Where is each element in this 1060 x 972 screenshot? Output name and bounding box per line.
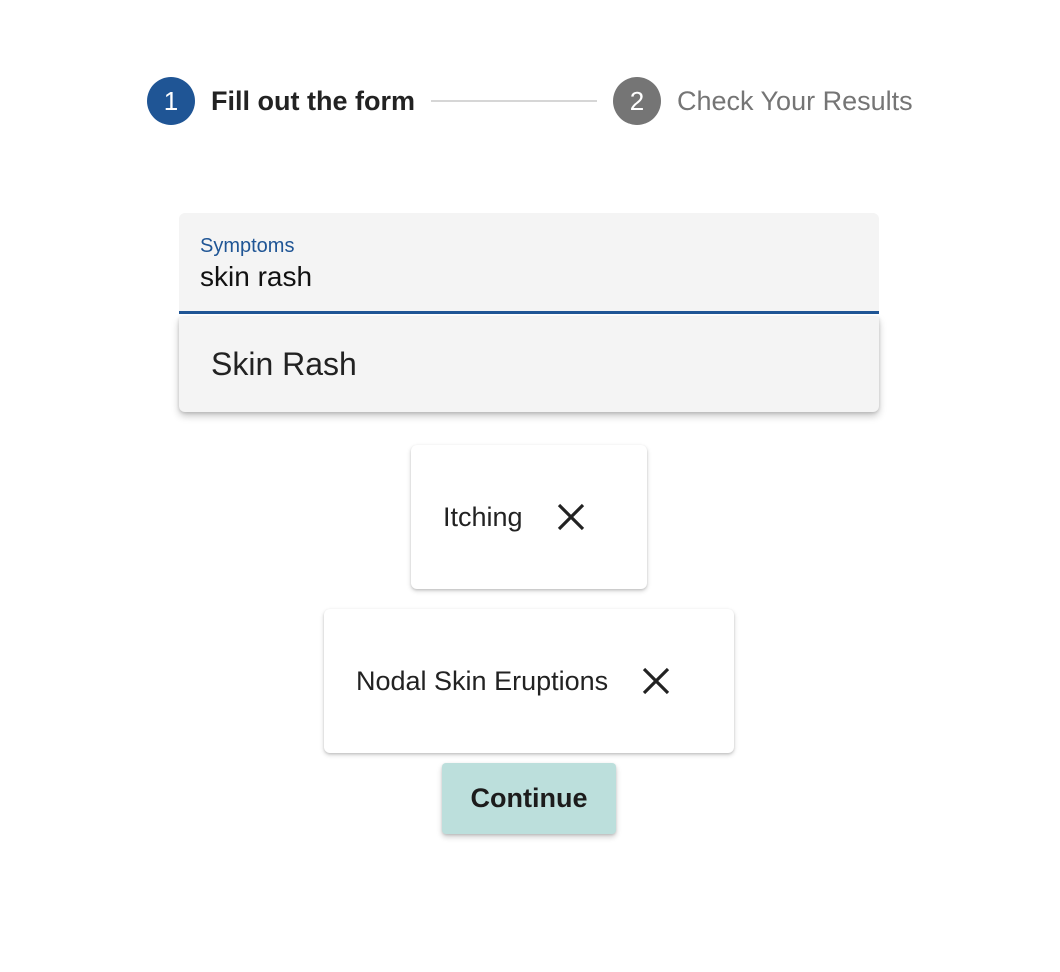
symptom-chip-nodal-skin-eruptions: Nodal Skin Eruptions: [324, 609, 734, 753]
step-number-badge: 1: [147, 77, 195, 125]
symptom-chip-itching: Itching: [411, 445, 647, 589]
continue-button[interactable]: Continue: [442, 763, 616, 834]
stepper: 1 Fill out the form 2 Check Your Results: [147, 77, 913, 125]
autocomplete-option[interactable]: Skin Rash: [179, 317, 879, 412]
autocomplete-dropdown: Skin Rash: [179, 317, 879, 412]
step-label: Fill out the form: [211, 85, 415, 116]
symptom-chip-label: Itching: [443, 501, 523, 532]
close-icon[interactable]: [555, 501, 587, 533]
close-icon[interactable]: [640, 665, 672, 697]
symptom-chip-label: Nodal Skin Eruptions: [356, 665, 609, 696]
step-check-results: 2 Check Your Results: [612, 77, 913, 125]
symptoms-field-label: Symptoms: [200, 235, 295, 257]
symptoms-input[interactable]: [200, 261, 840, 293]
step-connector: [430, 100, 597, 102]
step-label: Check Your Results: [676, 85, 913, 116]
symptoms-field[interactable]: Symptoms: [179, 213, 879, 314]
step-fill-form: 1 Fill out the form: [147, 77, 415, 125]
step-number-badge: 2: [612, 77, 661, 125]
